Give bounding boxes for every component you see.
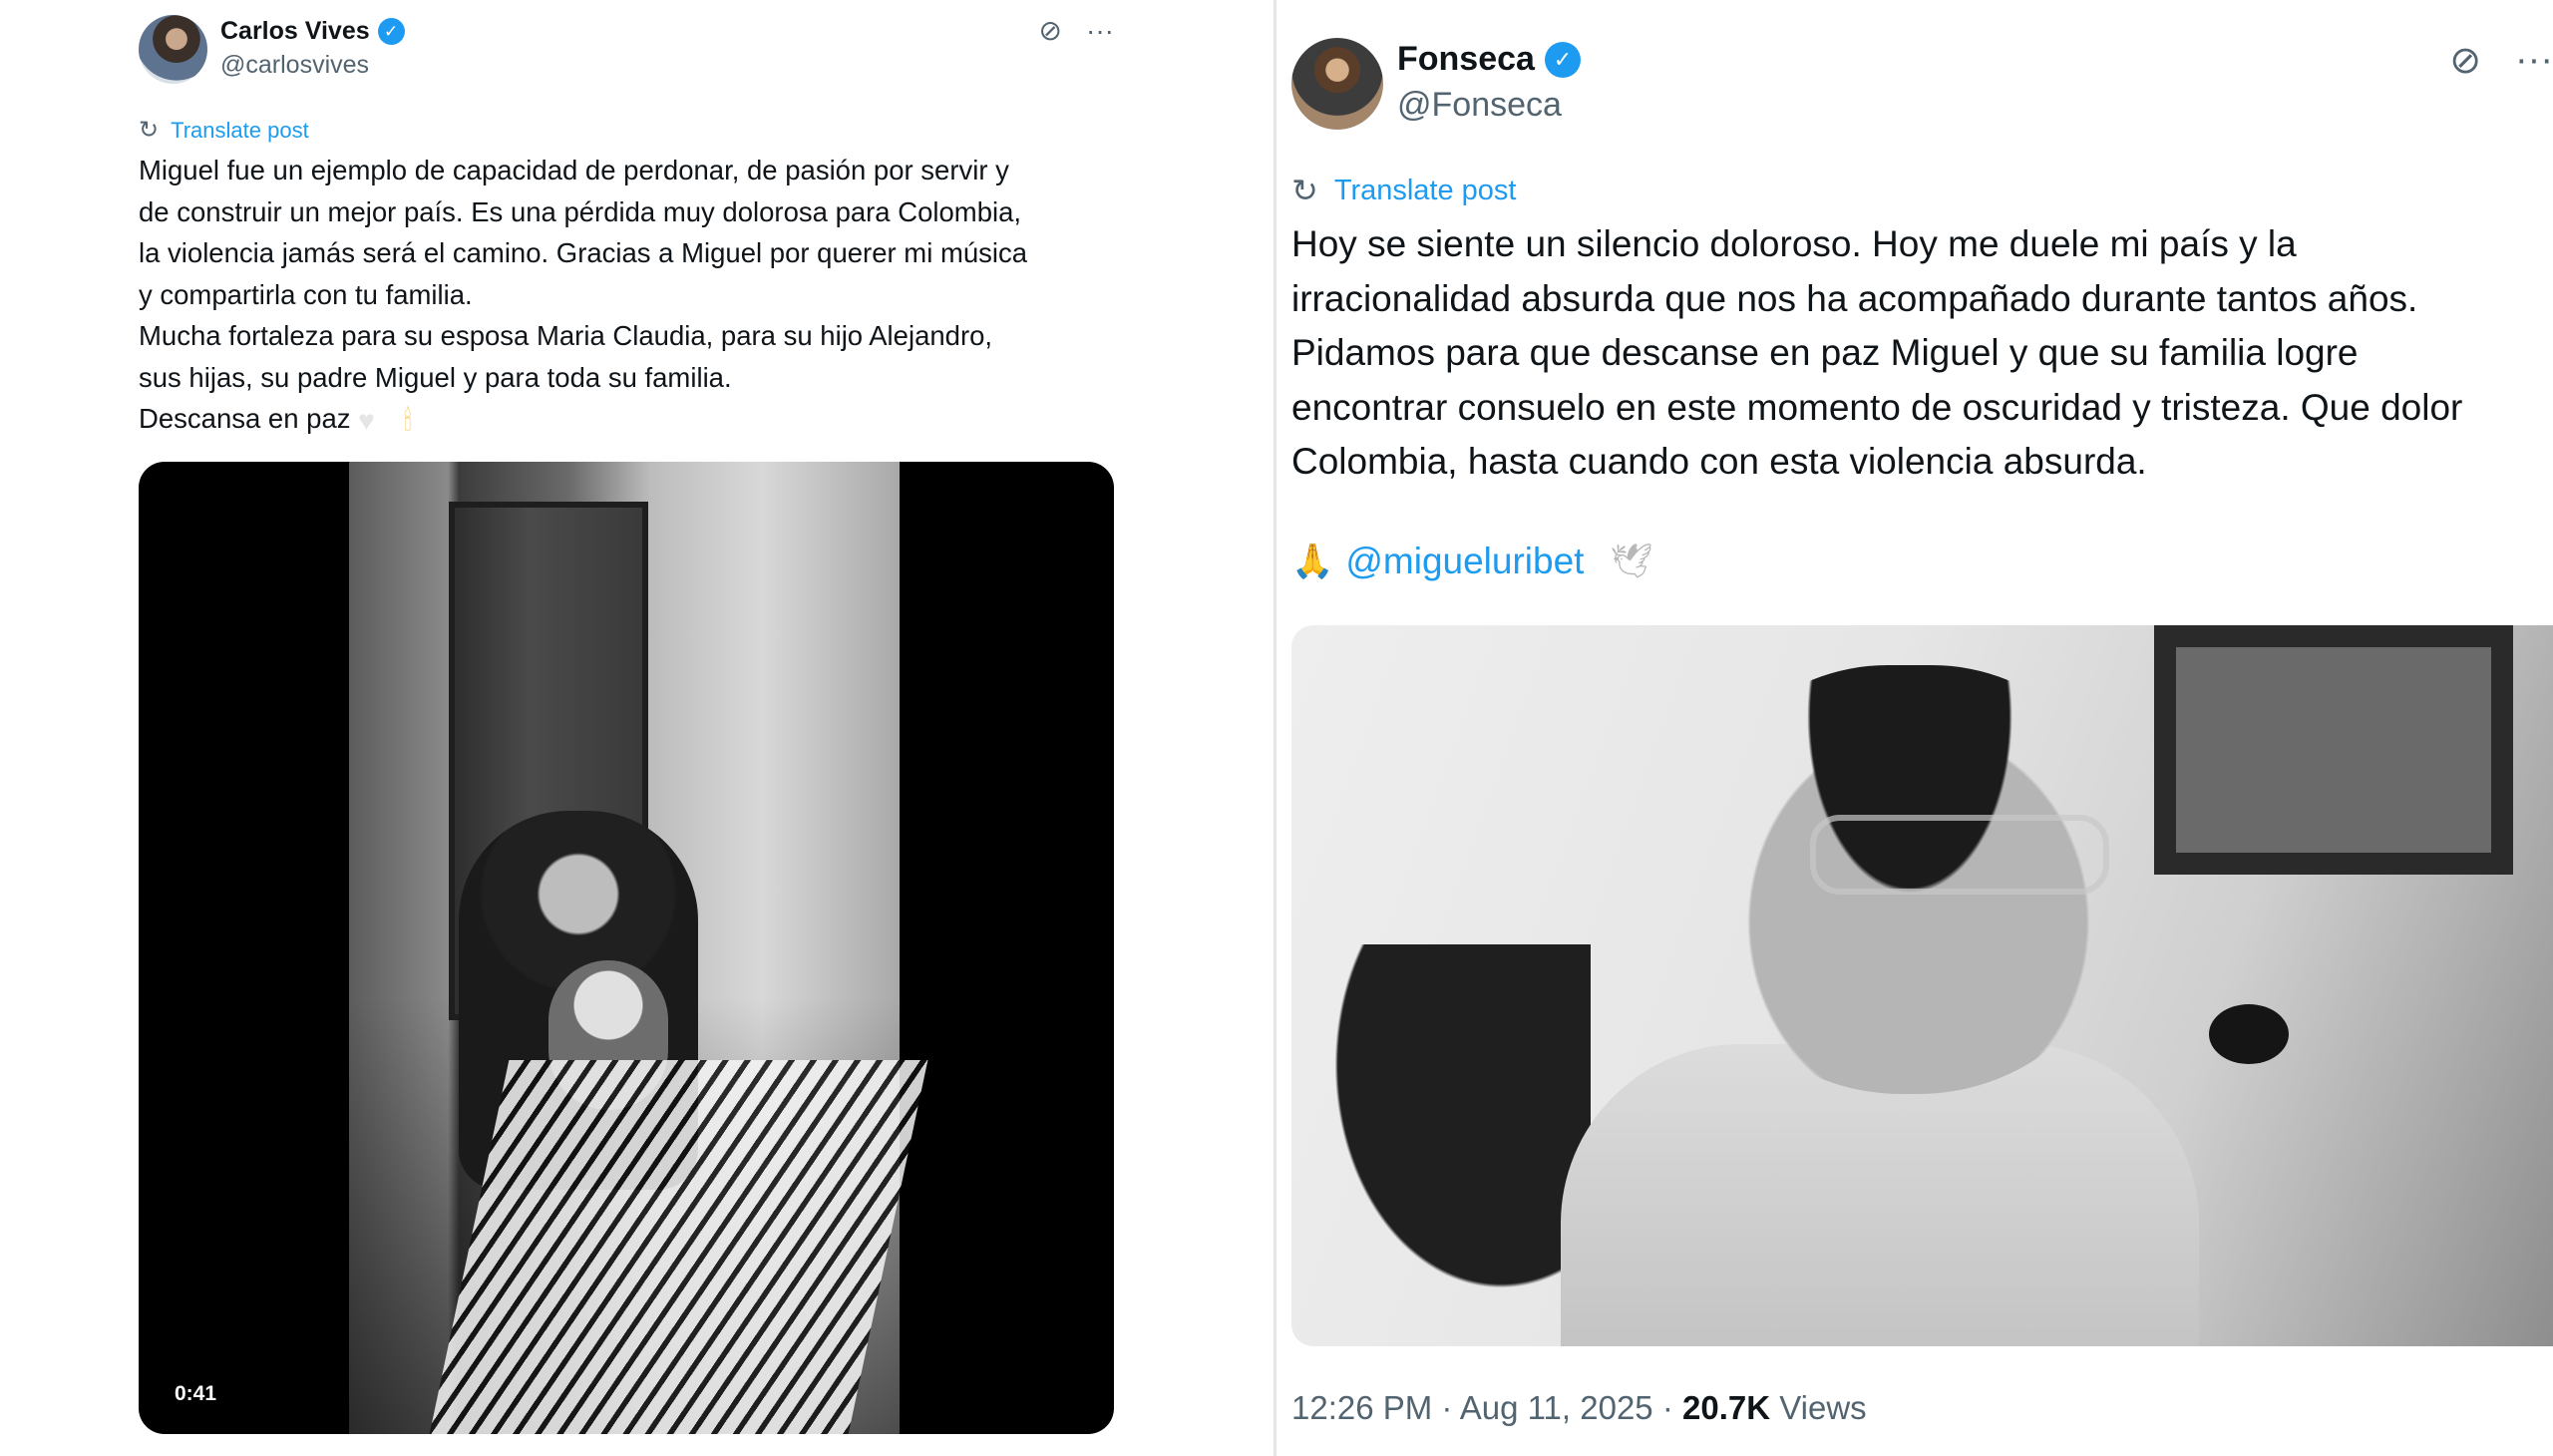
more-options-icon[interactable]: ··· — [1086, 15, 1114, 47]
views-label: Views — [1770, 1389, 1867, 1426]
translate-icon: ↻ — [139, 117, 160, 144]
verified-badge-icon: ✓ — [377, 18, 405, 45]
post-text-line: sus hijas, su padre Miguel y para toda s… — [139, 361, 732, 393]
photo-frame-shape — [2154, 625, 2513, 875]
closing-text: Descansa en paz — [139, 403, 351, 434]
dove-emoji-icon: 🕊 — [1610, 543, 1653, 580]
author-name[interactable]: Carlos Vives ✓ — [220, 17, 405, 46]
photo-chair-shape — [1291, 944, 1591, 1346]
author-name-text[interactable]: Fonseca — [1397, 40, 1535, 79]
mention-line: 🙏 @migueluribet 🕊 — [1291, 541, 1653, 582]
author-name[interactable]: Fonseca ✓ — [1397, 40, 1581, 79]
post-photo[interactable] — [1291, 625, 2553, 1346]
post-actions: ⊘ ··· — [2449, 38, 2553, 83]
post-timestamp[interactable]: 12:26 PM · Aug 11, 2025 · — [1291, 1389, 1682, 1426]
translate-post-link[interactable]: ↻ Translate post — [1291, 172, 1517, 209]
video-duration: 0:41 — [175, 1382, 217, 1405]
post-text-line: encontrar consuelo en este momento de os… — [1291, 386, 2463, 428]
mention-link[interactable]: @migueluribet — [1345, 541, 1584, 582]
author-handle[interactable]: @Fonseca — [1397, 86, 1562, 125]
post-carlos-vives: Carlos Vives ✓ @carlosvives ⊘ ··· ↻ Tran… — [0, 0, 1274, 1456]
post-text-line: Pidamos para que descanse en paz Miguel … — [1291, 332, 2359, 373]
post-text-line: Mucha fortaleza para su esposa Maria Cla… — [139, 320, 993, 351]
photo-glasses-shape — [1810, 815, 2109, 895]
post-text: Hoy se siente un silencio doloroso. Hoy … — [1291, 217, 2553, 490]
translate-label[interactable]: Translate post — [171, 118, 309, 144]
post-actions: ⊘ ··· — [1039, 14, 1114, 47]
post-text-line: irracionalidad absurda que nos ha acompa… — [1291, 277, 2418, 319]
candle-emoji-icon: 🕯 — [403, 404, 412, 436]
video-frame — [349, 462, 928, 1434]
video-player[interactable]: 0:41 — [139, 462, 1114, 1434]
post-text-line: Miguel fue un ejemplo de capacidad de pe… — [139, 155, 1009, 185]
avatar[interactable] — [139, 15, 207, 84]
video-piano-shape — [428, 1060, 928, 1434]
author-handle[interactable]: @carlosvives — [220, 51, 369, 80]
translate-label[interactable]: Translate post — [1334, 175, 1517, 207]
post-text-line: Colombia, hasta cuando con esta violenci… — [1291, 441, 2147, 482]
post-text-line: y compartirla con tu familia. — [139, 278, 473, 310]
photo-mic-shape — [2209, 1004, 2289, 1064]
praying-hands-emoji-icon: 🙏 — [1291, 543, 1334, 580]
verified-badge-icon: ✓ — [1544, 41, 1581, 78]
translate-post-link[interactable]: ↻ Translate post — [139, 116, 309, 145]
post-metadata: 12:26 PM · Aug 11, 2025 · 20.7K Views — [1291, 1389, 1867, 1427]
author-name-text[interactable]: Carlos Vives — [220, 17, 370, 46]
post-text-line: la violencia jamás será el camino. Graci… — [139, 237, 1028, 268]
views-count: 20.7K — [1681, 1389, 1771, 1426]
post-text-closing: Descansa en paz ♥ 🕯 — [139, 398, 1116, 441]
post-text-line: Hoy se siente un silencio doloroso. Hoy … — [1291, 223, 2297, 264]
post-text-line: de construir un mejor país. Es una pérdi… — [139, 195, 1022, 227]
grok-icon[interactable]: ⊘ — [2449, 38, 2481, 83]
white-heart-emoji-icon: ♥ — [358, 404, 375, 436]
post-text: Miguel fue un ejemplo de capacidad de pe… — [139, 150, 1116, 441]
avatar[interactable] — [1291, 38, 1383, 130]
translate-icon: ↻ — [1291, 173, 1318, 208]
post-fonseca: Fonseca ✓ @Fonseca ⊘ ··· ↻ Translate pos… — [1276, 0, 2553, 1456]
more-options-icon[interactable]: ··· — [2515, 39, 2553, 82]
grok-icon[interactable]: ⊘ — [1039, 14, 1062, 47]
